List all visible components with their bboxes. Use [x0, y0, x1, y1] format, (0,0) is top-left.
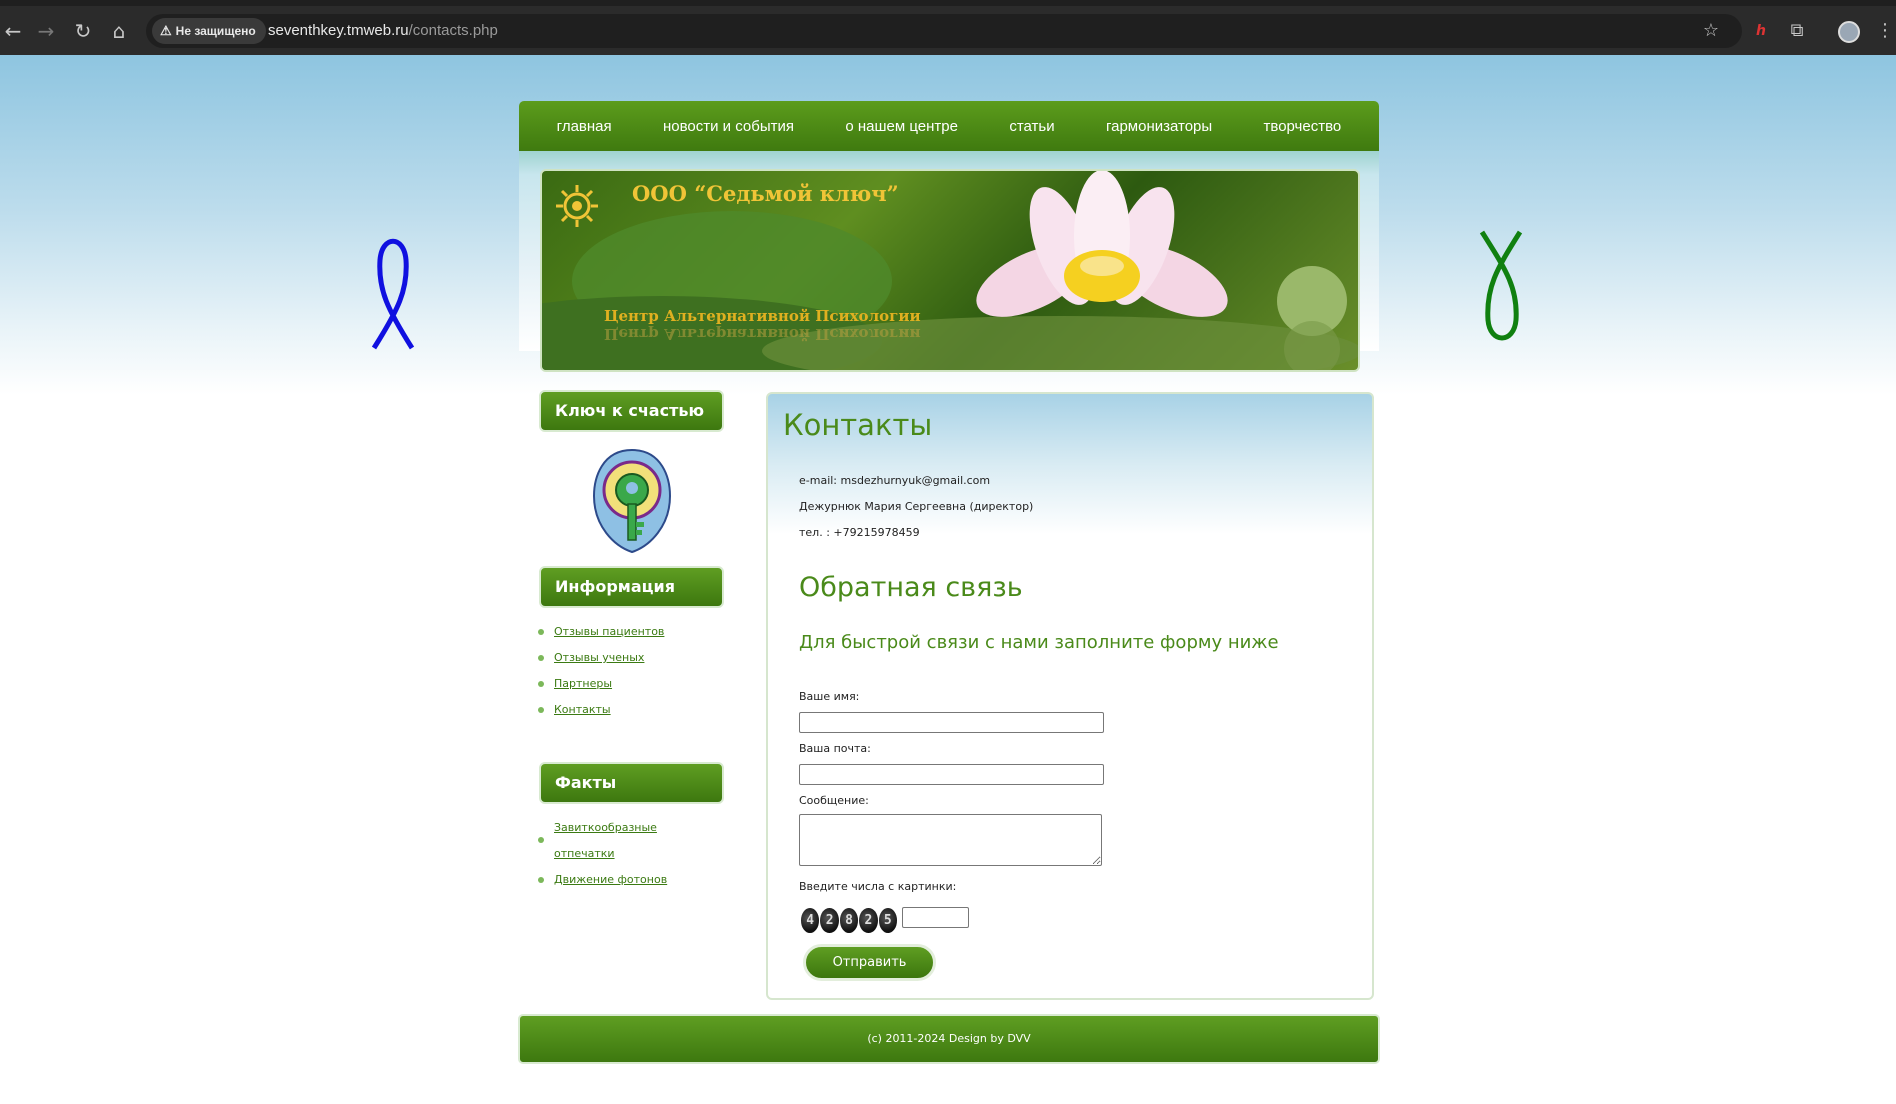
home-icon[interactable]: ⌂ [106, 18, 132, 44]
extension-h-icon[interactable]: h [1748, 18, 1774, 44]
nav-news[interactable]: новости и события [663, 118, 794, 135]
security-chip[interactable]: ⚠ Не защищено [152, 18, 266, 44]
captcha-digit: 2 [859, 908, 878, 933]
bullet-icon [538, 837, 544, 843]
message-label: Сообщение: [799, 794, 869, 807]
bullet-icon [538, 681, 544, 687]
browser-toolbar: ← → ↻ ⌂ ⚠ Не защищено seventhkey.tmweb.ru… [0, 0, 1896, 55]
page-title: Контакты [783, 408, 933, 442]
email-label: Ваша почта: [799, 742, 871, 755]
nav-harmonizers[interactable]: гармонизаторы [1106, 118, 1212, 135]
info-links: Отзывы пациентов Отзывы ученых Партнеры … [538, 619, 664, 723]
link-patient-reviews[interactable]: Отзывы пациентов [554, 625, 664, 638]
banner-title: ООО “Седьмой ключ” [632, 181, 899, 206]
message-textarea[interactable] [799, 814, 1102, 866]
blue-ribbon-icon [371, 238, 415, 350]
facts-links: Завиткообразные отпечатки Движение фотон… [538, 815, 667, 893]
header-banner: ООО “Седьмой ключ” Центр Альтернативной … [540, 169, 1360, 372]
warning-icon: ⚠ [160, 23, 172, 38]
sidebar-heading-key: Ключ к счастью [539, 390, 724, 432]
banner-subtitle: Центр Альтернативной Психологии [604, 307, 921, 325]
captcha-input[interactable] [902, 907, 969, 928]
captcha-digit: 4 [801, 908, 820, 933]
link-scientist-reviews[interactable]: Отзывы ученых [554, 651, 644, 664]
list-item: Партнеры [538, 671, 664, 697]
link-contacts[interactable]: Контакты [554, 703, 611, 716]
profile-avatar[interactable] [1838, 21, 1860, 43]
bullet-icon [538, 877, 544, 883]
feedback-title: Обратная связь [799, 572, 1023, 603]
list-item: Отзывы пациентов [538, 619, 664, 645]
sun-logo-icon [556, 185, 598, 227]
captcha-label: Введите числа с картинки: [799, 880, 957, 893]
menu-icon[interactable]: ⋮ [1872, 18, 1896, 44]
nav-creativity[interactable]: творчество [1264, 118, 1342, 135]
captcha-image: 4 2 8 2 5 [801, 908, 898, 933]
contact-email: e-mail: msdezhurnyuk@gmail.com [799, 474, 991, 487]
list-item: Движение фотонов [538, 867, 667, 893]
link-swirl-prints[interactable]: Завиткообразные отпечатки [554, 821, 657, 860]
feedback-subtitle: Для быстрой связи с нами заполните форму… [799, 632, 1279, 653]
sidebar-heading-info: Информация [539, 566, 724, 608]
banner-subtitle-reflection: Центр Альтернативной Психологии [604, 325, 921, 343]
link-photon-motion[interactable]: Движение фотонов [554, 873, 667, 886]
link-partners[interactable]: Партнеры [554, 677, 612, 690]
star-icon[interactable]: ☆ [1698, 18, 1724, 44]
url-text[interactable]: seventhkey.tmweb.ru/contacts.php [268, 14, 498, 48]
nav-home[interactable]: главная [557, 118, 612, 135]
nav-articles[interactable]: статьи [1009, 118, 1054, 135]
back-icon[interactable]: ← [0, 18, 26, 44]
content-panel: Контакты e-mail: msdezhurnyuk@gmail.com … [766, 392, 1374, 1000]
url-path: /contacts.php [408, 22, 498, 39]
green-ribbon-icon [1479, 230, 1523, 341]
captcha-digit: 2 [820, 908, 839, 933]
email-input[interactable] [799, 764, 1104, 785]
list-item: Контакты [538, 697, 664, 723]
name-input[interactable] [799, 712, 1104, 733]
contact-person: Дежурнюк Мария Сергеевна (директор) [799, 500, 1034, 513]
reload-icon[interactable]: ↻ [70, 18, 96, 44]
address-bar[interactable]: ⚠ Не защищено seventhkey.tmweb.ru/contact… [146, 14, 1742, 48]
name-label: Ваше имя: [799, 690, 860, 703]
key-emblem-icon [592, 448, 672, 554]
list-item: Отзывы ученых [538, 645, 664, 671]
list-item: Завиткообразные отпечатки [538, 815, 658, 867]
bullet-icon [538, 629, 544, 635]
sidebar-heading-facts: Факты [539, 762, 724, 804]
url-host: seventhkey.tmweb.ru [268, 22, 409, 39]
footer: (c) 2011-2024 Design by DVV [518, 1014, 1380, 1064]
forward-icon[interactable]: → [33, 18, 59, 44]
security-label: Не защищено [175, 24, 256, 38]
submit-button[interactable]: Отправить [803, 944, 936, 981]
extension-icon[interactable]: ⧉ [1784, 18, 1810, 44]
nav-about[interactable]: о нашем центре [845, 118, 958, 135]
main-nav: главная новости и события о нашем центре… [519, 101, 1379, 151]
captcha-digit: 5 [878, 908, 898, 933]
bullet-icon [538, 707, 544, 713]
contact-phone: тел. : +79215978459 [799, 526, 920, 539]
captcha-digit: 8 [839, 908, 859, 933]
bullet-icon [538, 655, 544, 661]
